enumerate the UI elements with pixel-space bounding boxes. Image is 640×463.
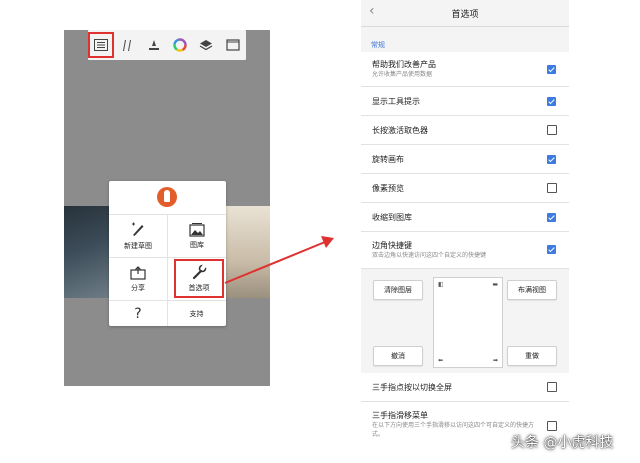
setting-label: 帮助我们改善产品 (372, 60, 436, 69)
undo-button[interactable]: 撤消 (373, 346, 423, 366)
setting-label: 收缩到图库 (372, 213, 412, 222)
setting-row[interactable]: 像素预览 (361, 174, 569, 203)
setting-label: 像素预览 (372, 184, 404, 193)
section-general: 常规 (371, 41, 385, 49)
redo-button[interactable]: 重做 (507, 346, 557, 366)
preferences-header: ‹ 首选项 (361, 0, 569, 27)
setting-row[interactable]: 显示工具提示 (361, 87, 569, 116)
setting-label: 旋转画布 (372, 155, 404, 164)
setting-row[interactable]: 旋转画布 (361, 145, 569, 174)
setting-row[interactable]: 边角快捷键 双击边角以快速访问这四个自定义的快捷键 (361, 232, 569, 269)
corner-shortcuts-panel: 清除图层 布满视图 ◧ ▬ ⬅ ➡ 撤消 重做 (361, 270, 569, 372)
setting-checkbox[interactable] (547, 65, 556, 74)
preferences-screen: ‹ 首选项 常规 帮助我们改善产品 允许收集产品使用数据 显示工具提示 长按激活… (361, 0, 569, 463)
redo-arrow-icon: ➡ (492, 357, 498, 364)
setting-label: 三手指点按以切换全屏 (372, 383, 452, 392)
corner-preview: ◧ ▬ ⬅ ➡ (433, 277, 503, 368)
setting-checkbox[interactable] (547, 97, 556, 106)
setting-row[interactable]: 收缩到图库 (361, 203, 569, 232)
setting-checkbox[interactable] (547, 213, 556, 222)
clear-layer-button[interactable]: 清除图层 (373, 280, 423, 300)
chevron-left-icon[interactable]: ‹ (369, 3, 375, 19)
setting-checkbox[interactable] (547, 183, 557, 193)
setting-row[interactable]: 帮助我们改善产品 允许收集产品使用数据 (361, 52, 569, 87)
setting-checkbox[interactable] (547, 421, 557, 431)
fit-view-button[interactable]: 布满视图 (507, 280, 557, 300)
undo-arrow-icon: ⬅ (438, 357, 444, 364)
setting-description: 双击边角以快速访问这四个自定义的快捷键 (372, 252, 487, 259)
setting-description: 允许收集产品使用数据 (372, 71, 433, 78)
setting-label: 长按激活取色器 (372, 126, 428, 135)
setting-row[interactable]: 三手指点按以切换全屏 (361, 373, 569, 402)
setting-label: 三手指滑移菜单 (372, 411, 428, 420)
setting-checkbox[interactable] (547, 245, 556, 254)
setting-checkbox[interactable] (547, 125, 557, 135)
setting-checkbox[interactable] (547, 382, 557, 392)
setting-checkbox[interactable] (547, 155, 556, 164)
corner-tl-icon: ◧ (438, 281, 444, 288)
page-title: 首选项 (451, 9, 479, 20)
setting-row[interactable]: 长按激活取色器 (361, 116, 569, 145)
setting-label: 显示工具提示 (372, 97, 420, 106)
watermark: 头条 @小虎科技 (511, 435, 614, 451)
corner-tr-icon: ▬ (492, 281, 498, 288)
setting-label: 边角快捷键 (372, 241, 412, 250)
